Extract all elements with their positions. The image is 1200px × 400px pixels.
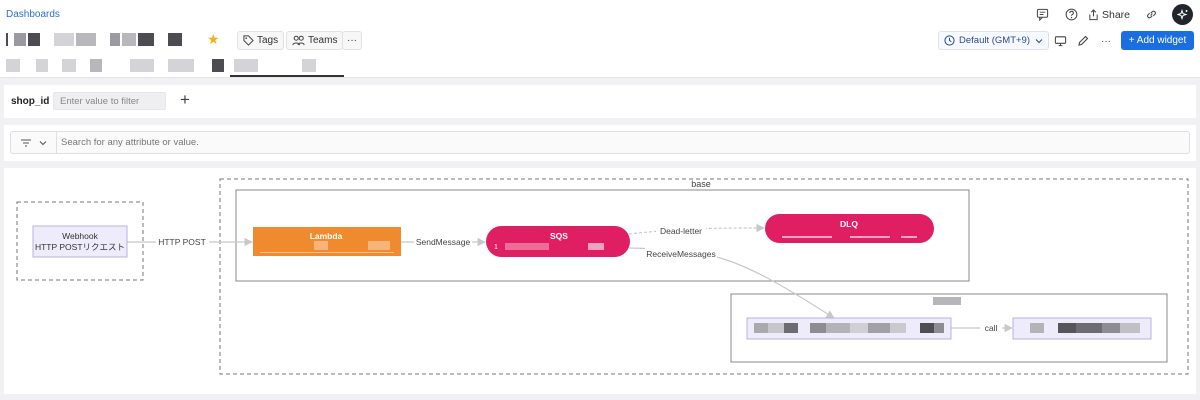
page-title-redacted [6,32,184,46]
search-bar [4,125,1196,161]
group-consumer-label-redacted [933,297,961,305]
node-dlq[interactable]: DLQ [765,214,934,243]
node-consumer-service[interactable] [746,317,952,340]
edge-send-message-label: SendMessage [416,237,471,247]
node-dlq-label: DLQ [840,219,858,229]
timezone-label: Default (GMT+9) [959,35,1031,46]
filter-menu-button[interactable] [11,132,57,153]
edge-http-post-label: HTTP POST [158,237,206,247]
tv-mode-icon[interactable] [1051,32,1069,50]
sparkle-icon [1176,8,1188,20]
add-widget-button[interactable]: + Add widget [1121,31,1194,50]
node-webhook[interactable]: Webhook HTTP POSTリクエスト [32,225,128,258]
more-options-button[interactable]: ··· [342,31,362,50]
teams-icon [292,35,305,46]
ai-assistant-button[interactable] [1172,4,1193,25]
architecture-diagram: base HTTP POST SendMessage Dead-letter R… [16,178,1189,375]
teams-label: Teams [308,35,338,46]
active-tab-indicator [230,75,344,77]
tags-button[interactable]: Tags [237,31,285,50]
node-webhook-subtitle: HTTP POSTリクエスト [35,242,125,252]
node-sqs[interactable]: SQS 1 [486,226,630,257]
edge-receive-messages-label: ReceiveMessages [646,249,715,259]
add-variable-button[interactable]: + [180,90,190,110]
more-actions-icon[interactable]: ··· [1097,32,1115,50]
node-downstream-service[interactable] [1012,317,1152,340]
breadcrumb-dashboards[interactable]: Dashboards [6,9,60,20]
chevron-down-icon [39,140,47,145]
search-input[interactable] [61,134,1181,151]
clock-icon [944,35,955,46]
favorite-star-icon[interactable]: ★ [207,32,220,46]
edge-call-label: call [985,323,998,333]
comment-icon[interactable] [1033,5,1051,23]
edit-pencil-icon[interactable] [1074,32,1092,50]
dashboard-header: Dashboards ★ Tags Teams ··· Share Defaul… [0,0,1200,78]
dashboard-tabs-redacted[interactable] [6,58,318,72]
search-container [10,131,1190,154]
architecture-diagram-widget: base HTTP POST SendMessage Dead-letter R… [4,168,1196,394]
tags-label: Tags [257,35,279,46]
tag-icon [243,35,254,46]
node-lambda-label: Lambda [310,231,343,241]
edge-dead-letter-label: Dead-letter [660,226,702,236]
share-icon [1089,8,1098,20]
link-icon[interactable] [1142,5,1160,23]
filter-lines-icon [21,138,31,147]
timezone-selector[interactable]: Default (GMT+9) [938,31,1050,50]
shop-id-filter-input[interactable] [53,92,166,110]
group-base-label: base [691,179,711,189]
help-icon[interactable] [1062,5,1080,23]
template-variable-bar: shop_id + [4,85,1196,118]
node-sqs-count: 1 [494,244,498,251]
chevron-down-icon [1035,38,1043,43]
node-sqs-label: SQS [550,231,568,241]
shop-id-label: shop_id [11,96,50,107]
node-webhook-title: Webhook [62,231,99,241]
share-button[interactable]: Share [1088,5,1130,24]
more-label: ··· [347,35,357,46]
share-label: Share [1102,8,1131,21]
node-lambda[interactable]: Lambda [253,227,401,256]
group-base-outer [219,178,1189,375]
teams-button[interactable]: Teams [286,31,344,50]
